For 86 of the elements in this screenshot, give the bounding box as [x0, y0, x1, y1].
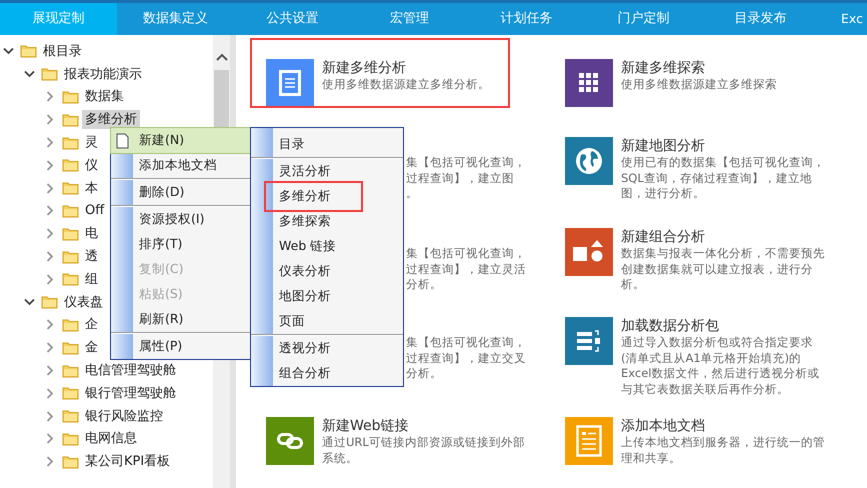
tree-item[interactable]: 组: [82, 270, 101, 289]
page-icon: [116, 132, 128, 148]
card-description: 过程查询】，建立交叉: [406, 350, 527, 366]
scroll-up-icon[interactable]: [216, 53, 228, 62]
folder-icon: [20, 44, 37, 58]
globe-icon[interactable]: [565, 137, 613, 185]
card-title[interactable]: 新建Web链接: [322, 417, 532, 435]
card-description: 数据集与报表一体化分析，不需要预先创建数据集就可以建立报表，进行分析。: [621, 246, 826, 292]
menu-item[interactable]: 目录: [273, 132, 314, 157]
menu-item[interactable]: 多维分析: [273, 184, 340, 209]
menu-item[interactable]: 地图分析: [273, 284, 340, 309]
folder-icon: [62, 364, 79, 378]
folder-icon: [62, 318, 79, 332]
tree-item[interactable]: 仪: [82, 156, 101, 175]
tree-item[interactable]: 数据集: [82, 87, 127, 106]
menu-item[interactable]: 组合分析: [273, 361, 340, 386]
folder-icon: [62, 250, 79, 264]
tree-item[interactable]: 多维分析: [82, 110, 140, 130]
folder-icon: [62, 454, 79, 469]
card-description: 过程查询】，建立图: [406, 170, 515, 186]
card-title[interactable]: 新建多维分析: [322, 59, 532, 77]
menu-item[interactable]: 页面: [273, 309, 314, 334]
menu-item[interactable]: Web 链接: [273, 234, 346, 259]
tree-item[interactable]: 企: [82, 315, 101, 334]
document-icon[interactable]: [565, 417, 613, 465]
tree-item[interactable]: 灵: [82, 133, 101, 152]
card-description: 通过导入数据分析包或符合指定要求(清单式且从A1单元格开始填充)的Excel数据文件，然后进行透视分析或与其它表数据关联后再作分析。: [621, 335, 820, 397]
folder-icon: [62, 432, 79, 446]
card-title[interactable]: 新建组合分析: [621, 228, 829, 246]
menu-item[interactable]: 灵活分析: [273, 159, 340, 184]
tree-item[interactable]: Off: [82, 201, 108, 220]
folder-icon: [62, 158, 79, 172]
card-description: 通过URL可链接内部资源或链接到外部系统。: [322, 435, 526, 466]
card-description: 使用已有的数据集【包括可视化查询，SQL查询，存储过程查询】，建立地图，进行分析。: [621, 155, 826, 202]
folder-icon: [62, 112, 79, 127]
folder-icon: [62, 386, 79, 400]
folder-icon: [62, 204, 79, 218]
card-description: 过程查询】，建立灵活: [406, 262, 527, 277]
folder-icon: [62, 226, 79, 241]
card-title[interactable]: 添加本地文档: [621, 417, 829, 435]
menu-item[interactable]: 刷新(R): [133, 307, 192, 332]
card-title[interactable]: 新建地图分析: [621, 137, 829, 155]
tree-item[interactable]: 金: [82, 338, 101, 358]
menu-item[interactable]: 属性(P): [133, 334, 192, 359]
menu-item[interactable]: 删除(D): [133, 180, 194, 205]
tree-item[interactable]: 根目录: [40, 42, 85, 61]
card-description: 集【包括可视化查询，: [406, 155, 527, 170]
menu-item[interactable]: 排序(T): [133, 232, 192, 257]
folder-icon: [62, 181, 79, 196]
tree-item[interactable]: 仪表盘: [61, 292, 106, 312]
menu-item[interactable]: 仪表分析: [273, 259, 340, 284]
shapes-icon[interactable]: [565, 228, 613, 276]
tree-item[interactable]: 某公司KPI看板: [82, 452, 174, 472]
menu-item[interactable]: 透视分析: [273, 336, 340, 361]
card-description: 集【包括可视化查询，: [406, 246, 527, 262]
folder-icon: [62, 340, 79, 355]
card-title[interactable]: 新建多维探索: [621, 59, 829, 77]
card-description: 分析。: [406, 277, 443, 292]
card-description: 集【包括可视化查询，: [406, 335, 527, 350]
card-description: 上传本地文档到服务器，进行统一的管理和共享。: [621, 435, 826, 466]
tree-item[interactable]: 本: [82, 178, 101, 198]
folder-icon: [41, 295, 58, 310]
card-description: 。: [406, 186, 419, 202]
card-description: 分析。: [406, 366, 443, 382]
tree-item[interactable]: 电信管理驾驶舱: [82, 361, 179, 380]
menu-item[interactable]: 添加本地文档: [133, 153, 226, 178]
folder-icon: [62, 90, 79, 104]
folder-icon: [62, 409, 79, 424]
tree-item[interactable]: 报表功能演示: [61, 64, 145, 84]
folder-icon: [62, 272, 79, 286]
grid-icon[interactable]: [565, 59, 613, 107]
card-description: 使用多维数据源建立多维分析。: [322, 77, 491, 92]
link-icon[interactable]: [266, 417, 314, 465]
tree-item[interactable]: 银行管理驾驶舱: [82, 384, 179, 403]
tree-item[interactable]: 电网信息: [82, 429, 140, 448]
menu-item[interactable]: 多维探索: [273, 209, 340, 234]
card-title[interactable]: 加载数据分析包: [621, 317, 829, 335]
list-icon[interactable]: [565, 317, 613, 365]
tree-item[interactable]: 银行风险监控: [82, 406, 166, 426]
document-icon[interactable]: [266, 59, 314, 107]
card-description: 使用多维数据源建立多维探索: [621, 77, 778, 92]
menu-item[interactable]: 资源授权(I): [133, 207, 214, 232]
folder-icon: [41, 67, 58, 82]
folder-icon: [62, 136, 79, 150]
tree-item[interactable]: 透: [82, 247, 101, 266]
tree-item[interactable]: 电: [82, 224, 101, 244]
